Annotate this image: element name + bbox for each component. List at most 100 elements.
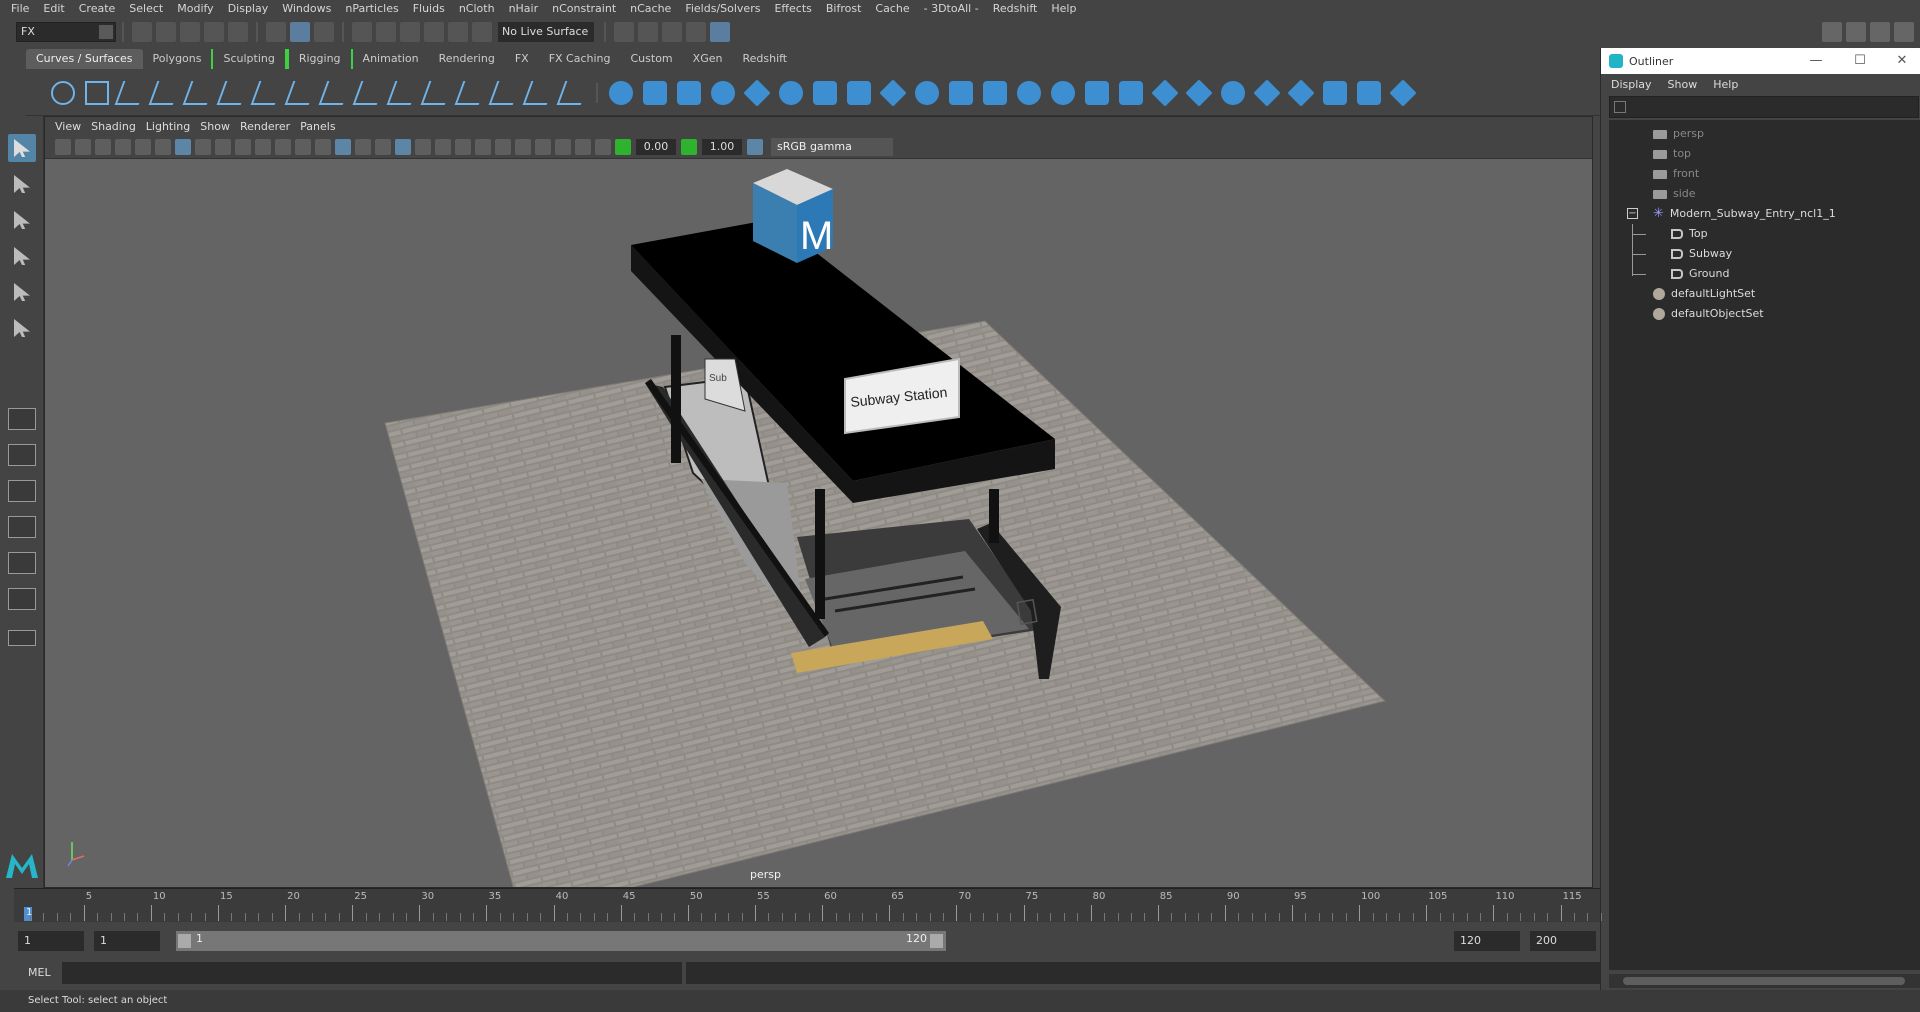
menu-nhair[interactable]: nHair — [504, 0, 548, 18]
extend-curve-icon[interactable] — [386, 80, 420, 105]
rebuild-curve-icon[interactable] — [454, 80, 488, 105]
menu-set-selector[interactable]: FX — [16, 22, 116, 42]
detach-surfaces-icon[interactable] — [1253, 78, 1281, 107]
shelf-tab-curves-surfaces[interactable]: Curves / Surfaces — [26, 49, 143, 69]
shelf-tab-xgen[interactable]: XGen — [683, 49, 733, 69]
hypershade-icon[interactable] — [710, 22, 730, 42]
layout-outliner-persp-icon[interactable] — [8, 588, 36, 610]
playback-start-field[interactable]: 1 — [94, 931, 160, 951]
ep-curve-icon[interactable] — [148, 80, 182, 105]
resolution-gate-icon[interactable] — [215, 138, 231, 155]
menu-file[interactable]: File — [6, 0, 38, 18]
safe-action-icon[interactable] — [275, 138, 291, 155]
menu-bifrost[interactable]: Bifrost — [821, 0, 871, 18]
outliner-menu-display[interactable]: Display — [1611, 78, 1668, 91]
camera-attributes-icon[interactable] — [75, 138, 91, 155]
animation-end-field[interactable]: 200 — [1530, 931, 1596, 951]
scene-view[interactable]: Sub M Subway Station — [45, 159, 1593, 888]
offset-curve-icon[interactable] — [420, 80, 454, 105]
range-slider[interactable]: 1 120 — [176, 931, 946, 951]
snap-view-plane-icon[interactable] — [424, 22, 444, 42]
menu-fields-solvers[interactable]: Fields/Solvers — [680, 0, 769, 18]
select-camera-icon[interactable] — [55, 138, 71, 155]
collapse-icon[interactable]: − — [1627, 208, 1638, 219]
layout-single-icon[interactable] — [8, 408, 36, 430]
menu-3dtoall[interactable]: - 3DtoAll - — [919, 0, 988, 18]
attribute-editor-icon[interactable] — [1870, 22, 1890, 42]
square-surface-icon[interactable] — [1051, 80, 1075, 105]
outliner-list[interactable]: persp top front side ✳ Modern_Subway_Entry_nc… — [1609, 120, 1920, 970]
undo-icon[interactable] — [204, 22, 224, 42]
new-scene-icon[interactable] — [132, 22, 152, 42]
outliner-item[interactable]: ✳ Modern_Subway_Entry_ncl1_1 — [1653, 204, 1836, 224]
move-tool-icon[interactable] — [8, 242, 36, 270]
bezier-anchor-icon[interactable] — [556, 80, 590, 105]
panel-menu-show[interactable]: Show — [200, 120, 240, 133]
lasso-tool-icon[interactable] — [8, 170, 36, 198]
depth-of-field-icon[interactable] — [515, 138, 531, 155]
rotate-tool-icon[interactable] — [8, 278, 36, 306]
image-plane-icon[interactable] — [115, 138, 131, 155]
loft-icon[interactable] — [847, 80, 871, 105]
intersect-surfaces-icon[interactable] — [1119, 80, 1143, 105]
menu-create[interactable]: Create — [74, 0, 125, 18]
screen-space-ao-icon[interactable] — [455, 138, 471, 155]
outliner-item[interactable]: Ground — [1671, 264, 1729, 284]
revolve-icon[interactable] — [813, 80, 837, 105]
extrude-icon[interactable] — [915, 80, 939, 105]
select-component-icon[interactable] — [314, 22, 334, 42]
make-live-icon[interactable] — [472, 22, 492, 42]
planar-icon[interactable] — [879, 78, 907, 107]
two-d-pan-icon[interactable] — [135, 138, 151, 155]
snap-surface-icon[interactable] — [448, 22, 468, 42]
safe-title-icon[interactable] — [295, 138, 311, 155]
shelf-tab-fx-caching[interactable]: FX Caching — [539, 49, 621, 69]
shelf-tab-custom[interactable]: Custom — [621, 49, 683, 69]
menu-nparticles[interactable]: nParticles — [340, 0, 407, 18]
extend-surface-icon[interactable] — [1357, 80, 1381, 105]
film-gate-icon[interactable] — [195, 138, 211, 155]
menu-select[interactable]: Select — [124, 0, 172, 18]
panel-menu-renderer[interactable]: Renderer — [240, 120, 300, 133]
bookmark-icon[interactable] — [95, 138, 111, 155]
paint-select-tool-icon[interactable] — [8, 206, 36, 234]
panel-menu-shading[interactable]: Shading — [91, 120, 146, 133]
open-close-surface-icon[interactable] — [1287, 78, 1315, 107]
grid-icon[interactable] — [175, 138, 191, 155]
command-language-toggle[interactable]: MEL — [28, 966, 51, 979]
exposure-field[interactable]: 0.00 — [636, 138, 676, 155]
select-hierarchy-icon[interactable] — [266, 22, 286, 42]
snap-grid-icon[interactable] — [352, 22, 372, 42]
curve-editing-icon[interactable] — [522, 80, 556, 105]
shelf-tab-polygons[interactable]: Polygons — [143, 49, 212, 69]
select-object-icon[interactable] — [290, 22, 310, 42]
layout-side-by-side-icon[interactable] — [8, 480, 36, 502]
exposure-icon[interactable] — [615, 138, 631, 155]
xray-icon[interactable] — [555, 138, 571, 155]
render-frame-icon[interactable] — [638, 22, 658, 42]
range-end-handle[interactable] — [930, 934, 943, 948]
open-scene-icon[interactable] — [156, 22, 176, 42]
outliner-item[interactable]: side — [1653, 184, 1696, 204]
outliner-item[interactable]: front — [1653, 164, 1699, 184]
shelf-tab-animation[interactable]: Animation — [353, 49, 429, 69]
close-icon[interactable]: ✕ — [1893, 52, 1911, 70]
attach-surfaces-icon[interactable] — [1221, 80, 1245, 105]
add-points-icon[interactable] — [488, 80, 522, 105]
outliner-item[interactable]: defaultObjectSet — [1653, 304, 1764, 324]
panel-menu-view[interactable]: View — [55, 120, 91, 133]
range-start-handle[interactable] — [178, 934, 191, 948]
outliner-item[interactable]: Top — [1671, 224, 1708, 244]
redo-icon[interactable] — [228, 22, 248, 42]
panel-menu-lighting[interactable]: Lighting — [146, 120, 200, 133]
time-slider[interactable]: 1 5 10 15 20 25 30 35 40 45 50 55 60 65 70 75 80 85 90 95 10… — [14, 888, 1602, 922]
nurbs-plane-icon[interactable] — [743, 78, 771, 107]
outliner-item[interactable]: Subway — [1671, 244, 1732, 264]
viewport-panel[interactable]: View Shading Lighting Show Renderer Panels 0.… — [44, 116, 1593, 888]
minimize-icon[interactable]: — — [1807, 52, 1825, 70]
live-surface-field[interactable]: No Live Surface — [498, 22, 594, 42]
layout-persp-outliner-icon[interactable] — [8, 516, 36, 538]
wireframe-on-shaded-icon[interactable] — [375, 138, 391, 155]
menu-nconstraint[interactable]: nConstraint — [547, 0, 625, 18]
grease-pencil-icon[interactable] — [155, 138, 171, 155]
